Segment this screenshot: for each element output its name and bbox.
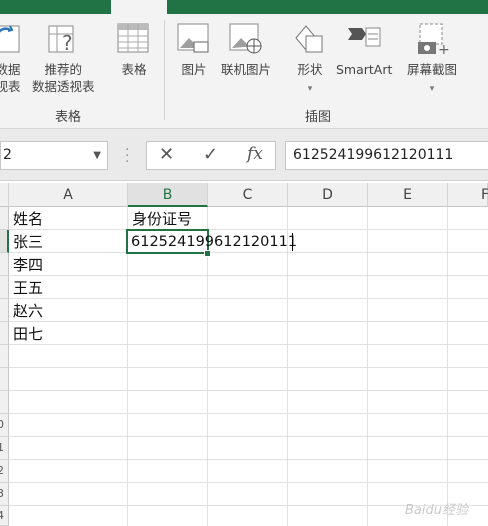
smartart-label: SmartArt [336, 62, 393, 77]
screenshot-icon: + [418, 23, 450, 58]
illustrations-group-label: 插图 [305, 110, 332, 125]
recommended-pivottables-label-1: 推荐的 [44, 62, 83, 77]
pivottable-label-2: 视表 [0, 79, 21, 94]
row-header-13[interactable]: 3 [0, 483, 9, 506]
recommended-pivottables-button[interactable]: ? 推荐的 数据透视表 [32, 20, 95, 95]
gridline [9, 459, 488, 460]
row-header-7[interactable] [0, 345, 9, 368]
pictures-icon [177, 23, 209, 53]
tables-group-label: 表格 [55, 110, 82, 125]
cell-b1[interactable]: 身份证号 [132, 208, 192, 230]
insert-function-icon[interactable]: fx [247, 144, 263, 164]
shapes-dropdown-icon: ▾ [307, 84, 313, 94]
cell-a4[interactable]: 王五 [13, 277, 43, 299]
online-pictures-icon [229, 23, 262, 54]
formula-input[interactable]: 612524199612120111 [285, 141, 488, 170]
shapes-label: 形状 [297, 62, 323, 77]
enter-icon[interactable]: ✓ [203, 144, 218, 165]
cell-a2[interactable]: 张三 [13, 231, 43, 253]
active-ribbon-tab-insert[interactable] [111, 0, 167, 14]
table-icon [117, 23, 149, 53]
cell-a1[interactable]: 姓名 [13, 208, 43, 230]
name-box-dropdown-icon[interactable]: ▼ [93, 142, 101, 169]
row-number: 1 [0, 441, 4, 454]
cell-a3[interactable]: 李四 [13, 254, 43, 276]
shapes-icon [295, 25, 323, 53]
text-cursor [292, 233, 293, 251]
gridline [287, 207, 288, 526]
column-header-b[interactable]: B [128, 183, 208, 207]
splitter-handle-icon[interactable]: · · · [125, 143, 129, 169]
shapes-button[interactable]: 形状 ▾ [292, 20, 328, 98]
row-header-10[interactable]: 0 [0, 414, 9, 437]
row-header-14[interactable]: 4 [0, 506, 9, 526]
row-header-1[interactable] [0, 207, 9, 230]
svg-text:+: + [438, 42, 450, 58]
table-label: 表格 [121, 62, 147, 77]
gridline [9, 298, 488, 299]
row-header-2[interactable] [0, 230, 9, 253]
pivottable-button[interactable]: 数据 视表 [0, 20, 26, 95]
gridline [127, 207, 128, 526]
gridline [9, 413, 488, 414]
column-header-d[interactable]: D [288, 183, 368, 207]
smartart-button[interactable]: SmartArt [336, 20, 392, 78]
screenshot-button[interactable]: + 屏幕截图 ▾ [407, 20, 457, 98]
cell-a5[interactable]: 赵六 [13, 300, 43, 322]
smartart-icon [348, 27, 381, 47]
pictures-button[interactable]: 图片 [176, 20, 212, 78]
group-separator [164, 20, 165, 120]
gridline [9, 390, 488, 391]
row-header-5[interactable] [0, 299, 9, 322]
recommended-pivottables-label-2: 数据透视表 [32, 79, 95, 94]
name-box[interactable]: 2 ▼ [0, 141, 108, 170]
online-pictures-button[interactable]: 联机图片 [221, 20, 271, 78]
column-header-e[interactable]: E [368, 183, 448, 207]
pictures-label: 图片 [181, 62, 207, 77]
name-box-value: 2 [3, 147, 12, 163]
row-header-8[interactable] [0, 368, 9, 391]
gridline [9, 229, 488, 230]
online-pictures-label: 联机图片 [221, 62, 272, 77]
recommended-pivottables-icon: ? [48, 25, 74, 55]
select-all-corner[interactable] [0, 183, 9, 207]
gridline [9, 344, 488, 345]
row-header-12[interactable]: 2 [0, 460, 9, 483]
column-header-a[interactable]: A [9, 183, 128, 207]
row-number: 0 [0, 418, 4, 431]
screenshot-label: 屏幕截图 [407, 62, 458, 77]
pivottable-label-1: 数据 [0, 62, 21, 77]
screenshot-dropdown-icon: ▾ [429, 84, 435, 94]
formula-buttons: ✕ ✓ fx [146, 141, 276, 170]
ribbon-tab-bar [0, 0, 488, 14]
watermark: Baidu经验 [405, 503, 468, 518]
gridline [9, 482, 488, 483]
worksheet-grid[interactable]: A B C D E F 0 1 2 3 4 姓名 身份证号 张三 6125241… [0, 183, 488, 526]
ribbon: 数据 视表 ? 推荐的 数据透视表 表格 表格 图片 联机图片 形状 ▾ Sma… [0, 14, 488, 129]
formula-bar-area: 2 ▼ · · · ✕ ✓ fx 612524199612120111 [0, 129, 488, 181]
gridline [9, 321, 488, 322]
row-number: 4 [0, 509, 4, 522]
cell-b2[interactable]: 612524199612120111 [131, 231, 297, 253]
row-header-4[interactable] [0, 276, 9, 299]
table-button[interactable]: 表格 [116, 20, 152, 78]
gridline [447, 207, 448, 526]
column-header-f[interactable]: F [448, 183, 488, 207]
gridline [367, 207, 368, 526]
pivottable-icon [0, 25, 20, 53]
column-header-c[interactable]: C [208, 183, 288, 207]
gridline [9, 367, 488, 368]
gridline [9, 275, 488, 276]
svg-text:?: ? [62, 31, 73, 55]
row-header-11[interactable]: 1 [0, 437, 9, 460]
row-header-6[interactable] [0, 322, 9, 345]
row-number: 2 [0, 464, 4, 477]
row-header-9[interactable] [0, 391, 9, 414]
gridline [9, 436, 488, 437]
cell-a6[interactable]: 田七 [13, 323, 43, 345]
row-number: 3 [0, 487, 4, 500]
cancel-icon[interactable]: ✕ [159, 144, 174, 165]
row-header-3[interactable] [0, 253, 9, 276]
